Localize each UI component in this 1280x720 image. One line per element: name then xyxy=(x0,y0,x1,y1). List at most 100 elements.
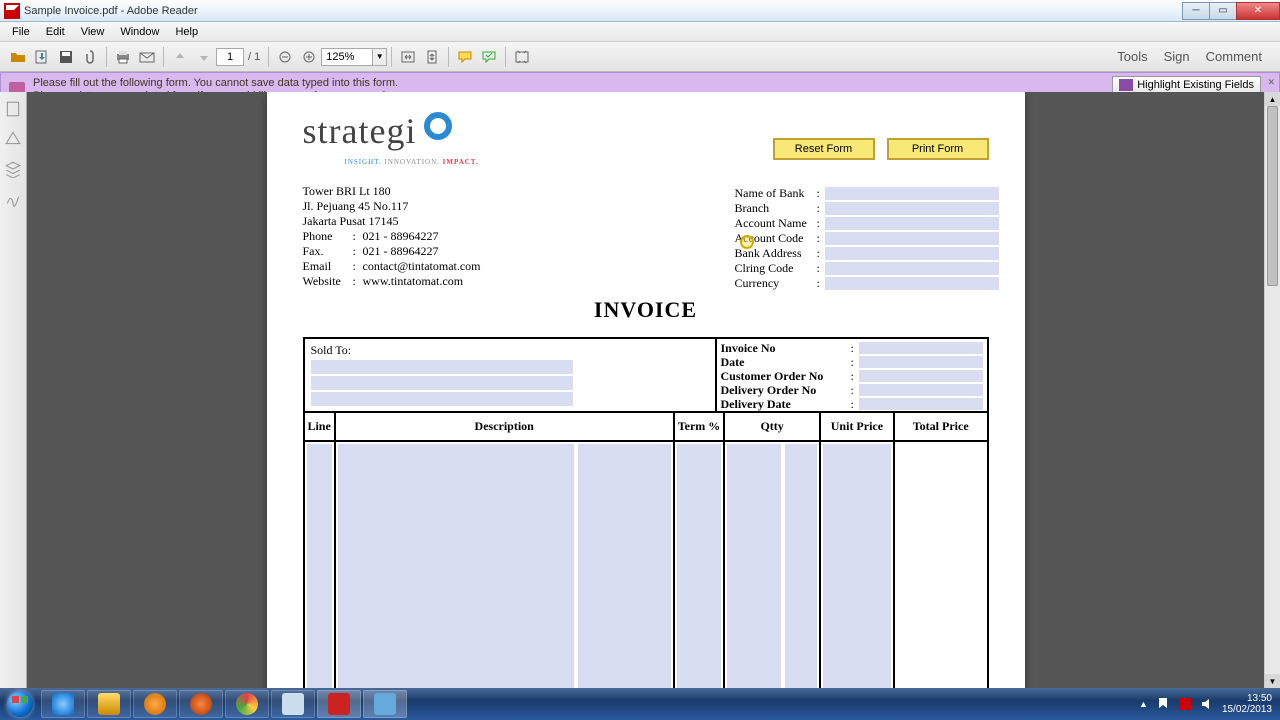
bank-address-field[interactable] xyxy=(825,247,999,260)
soldto-field-2[interactable] xyxy=(311,376,573,390)
qty-field-1[interactable] xyxy=(727,444,781,688)
page-input[interactable] xyxy=(216,48,244,66)
reset-form-button[interactable]: Reset Form xyxy=(773,138,875,160)
tools-pane[interactable]: Tools xyxy=(1117,49,1147,64)
tray-show-hidden-icon[interactable]: ▲ xyxy=(1139,699,1148,709)
task-app[interactable] xyxy=(363,690,407,718)
print-icon[interactable] xyxy=(112,46,134,68)
zoom-in-icon[interactable] xyxy=(298,46,320,68)
minimize-button[interactable]: ─ xyxy=(1182,2,1210,20)
cust-order-field[interactable] xyxy=(859,370,983,382)
soldto-field-1[interactable] xyxy=(311,360,573,374)
line-field[interactable] xyxy=(307,444,332,688)
vertical-scrollbar[interactable]: ▲ ▼ xyxy=(1264,92,1280,688)
page-up-icon[interactable] xyxy=(169,46,191,68)
col-price: Unit Price xyxy=(821,413,895,440)
start-button[interactable] xyxy=(0,688,40,720)
logo-text: strategi xyxy=(303,110,417,152)
tray-action-center-icon[interactable] xyxy=(1156,697,1170,711)
layers-icon[interactable] xyxy=(4,160,22,178)
currency-field[interactable] xyxy=(825,277,999,290)
deliv-order-field[interactable] xyxy=(859,384,983,396)
notice-line1: Please fill out the following form. You … xyxy=(33,77,398,90)
desc-field-1[interactable] xyxy=(338,444,574,688)
folder-icon xyxy=(98,693,120,715)
read-mode-icon[interactable] xyxy=(511,46,533,68)
branch-field[interactable] xyxy=(825,202,999,215)
start-orb-icon xyxy=(7,691,33,717)
window-title: Sample Invoice.pdf - Adobe Reader xyxy=(24,5,198,17)
desc-field-2[interactable] xyxy=(578,444,671,688)
qty-field-2[interactable] xyxy=(785,444,817,688)
zoom-out-icon[interactable] xyxy=(274,46,296,68)
firefox-icon xyxy=(190,693,212,715)
menu-file[interactable]: File xyxy=(4,24,38,40)
document-area[interactable]: strategi INSIGHT. INNOVATION. IMPACT. Re… xyxy=(27,92,1264,688)
system-tray: ▲ 13:5015/02/2013 xyxy=(1139,693,1280,715)
fit-page-icon[interactable] xyxy=(421,46,443,68)
account-name-field[interactable] xyxy=(825,217,999,230)
stamp-icon[interactable] xyxy=(478,46,500,68)
soldto-field-3[interactable] xyxy=(311,392,573,406)
wmp-icon xyxy=(144,693,166,715)
invoice-meta-box: Sold To: Invoice No: Date: Customer Orde… xyxy=(303,337,989,413)
term-field[interactable] xyxy=(677,444,722,688)
task-notepad[interactable] xyxy=(271,690,315,718)
task-chrome[interactable] xyxy=(225,690,269,718)
email-icon[interactable] xyxy=(136,46,158,68)
items-table: Line Description Term % Qtty Unit Price … xyxy=(303,413,989,688)
bookmarks-icon[interactable] xyxy=(4,130,22,148)
zoom-input[interactable] xyxy=(321,48,373,66)
task-wmp[interactable] xyxy=(133,690,177,718)
app-icon-tb xyxy=(374,693,396,715)
ie-icon xyxy=(52,693,74,715)
logo-icon xyxy=(424,112,452,140)
account-code-field[interactable] xyxy=(825,232,999,245)
close-button[interactable]: ✕ xyxy=(1236,2,1280,20)
menubar: File Edit View Window Help xyxy=(0,22,1280,42)
scroll-down-icon[interactable]: ▼ xyxy=(1265,674,1280,688)
tray-volume-icon[interactable] xyxy=(1200,697,1214,711)
comment-pane[interactable]: Comment xyxy=(1206,49,1262,64)
fit-width-icon[interactable] xyxy=(397,46,419,68)
maximize-button[interactable]: ▭ xyxy=(1209,2,1237,20)
pdf-page: strategi INSIGHT. INNOVATION. IMPACT. Re… xyxy=(267,92,1025,688)
task-reader[interactable] xyxy=(317,690,361,718)
tray-clock[interactable]: 13:5015/02/2013 xyxy=(1222,693,1272,715)
page-down-icon[interactable] xyxy=(193,46,215,68)
attach-icon[interactable] xyxy=(79,46,101,68)
menu-window[interactable]: Window xyxy=(112,24,167,40)
clring-code-field[interactable] xyxy=(825,262,999,275)
comment-bubble-icon[interactable] xyxy=(454,46,476,68)
open-icon[interactable] xyxy=(7,46,29,68)
invoice-no-field[interactable] xyxy=(859,342,983,354)
notepad-icon xyxy=(282,693,304,715)
signatures-icon[interactable] xyxy=(4,190,22,208)
notice-close-icon[interactable]: ✕ xyxy=(1267,77,1275,88)
save-icon[interactable] xyxy=(55,46,77,68)
bank-name-field[interactable] xyxy=(825,187,999,200)
zoom-dropdown[interactable]: ▼ xyxy=(373,48,387,66)
highlight-icon xyxy=(1119,79,1133,91)
date-field[interactable] xyxy=(859,356,983,368)
menu-edit[interactable]: Edit xyxy=(38,24,73,40)
scroll-up-icon[interactable]: ▲ xyxy=(1265,92,1280,106)
task-explorer[interactable] xyxy=(87,690,131,718)
reader-icon xyxy=(328,693,350,715)
taskbar: ▲ 13:5015/02/2013 xyxy=(0,688,1280,720)
print-form-button[interactable]: Print Form xyxy=(887,138,989,160)
col-qty: Qtty xyxy=(725,413,821,440)
price-field[interactable] xyxy=(823,444,891,688)
content-area: strategi INSIGHT. INNOVATION. IMPACT. Re… xyxy=(0,92,1280,688)
scroll-thumb[interactable] xyxy=(1267,106,1278,286)
menu-view[interactable]: View xyxy=(73,24,113,40)
task-firefox[interactable] xyxy=(179,690,223,718)
deliv-date-field[interactable] xyxy=(859,398,983,410)
task-ie[interactable] xyxy=(41,690,85,718)
sign-pane[interactable]: Sign xyxy=(1164,49,1190,64)
export-icon[interactable] xyxy=(31,46,53,68)
tray-av-icon[interactable] xyxy=(1178,697,1192,711)
menu-help[interactable]: Help xyxy=(167,24,206,40)
thumbnails-icon[interactable] xyxy=(4,100,22,118)
titlebar: Sample Invoice.pdf - Adobe Reader ─ ▭ ✕ xyxy=(0,0,1280,22)
